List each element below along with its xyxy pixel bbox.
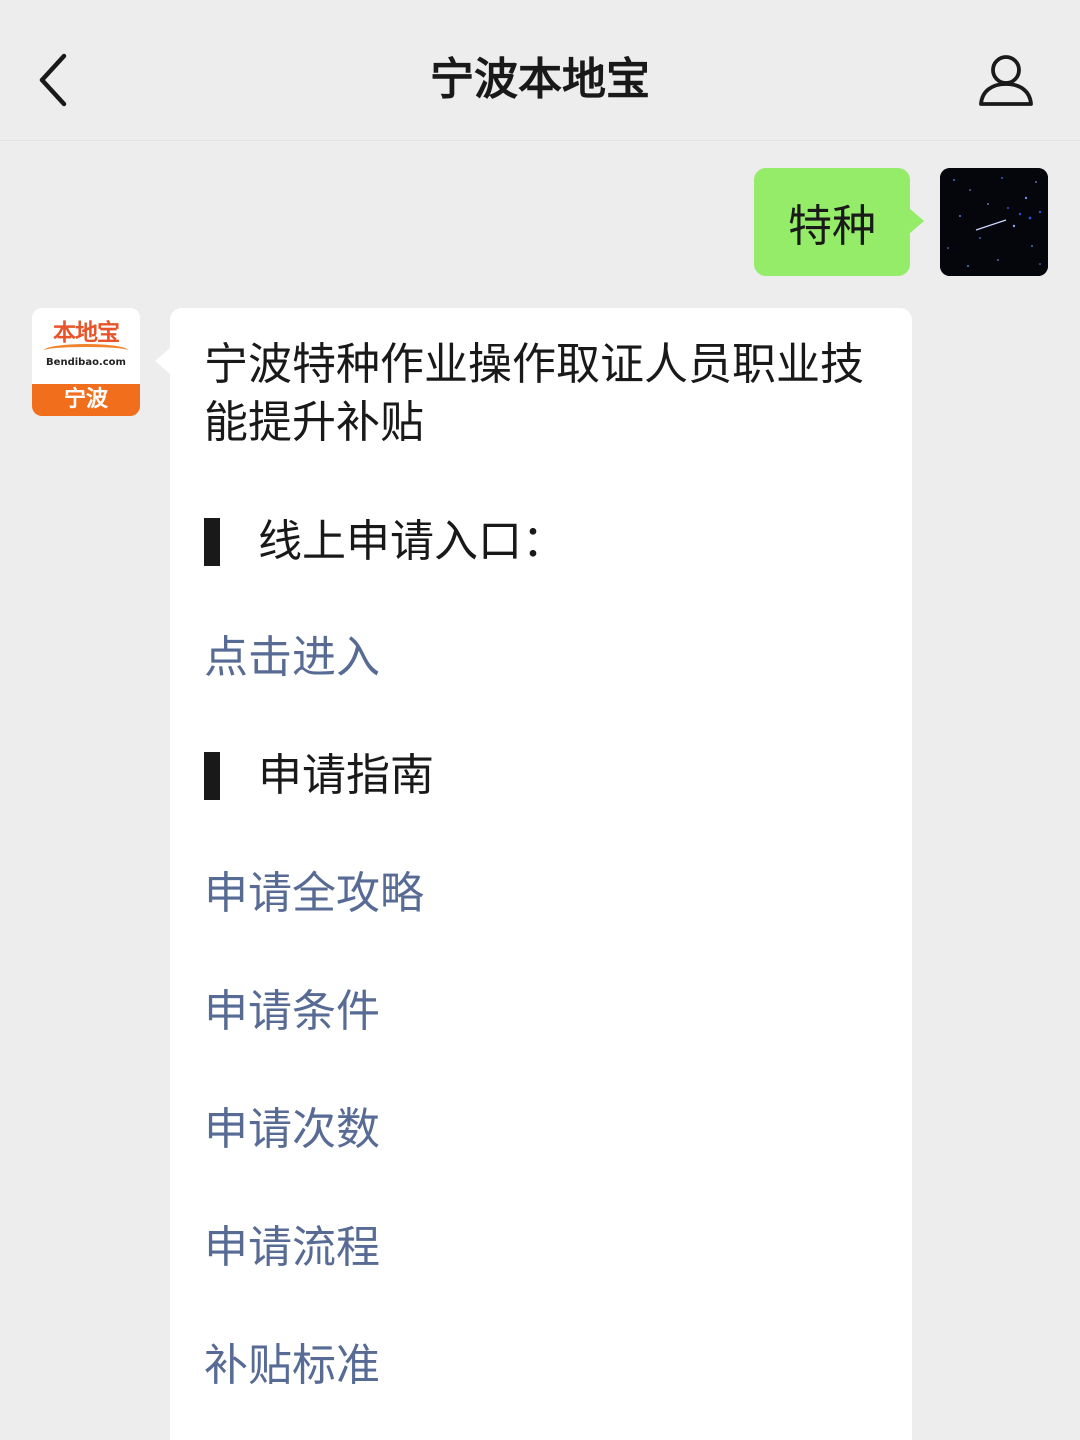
page-title: 宁波本地宝	[430, 54, 650, 105]
link-times[interactable]: 申请次数	[204, 1098, 380, 1162]
link-enter[interactable]: 点击进入	[204, 626, 380, 690]
navigation-bar: 宁波本地宝	[0, 0, 1080, 141]
section-header-guide: 申请指南	[204, 744, 434, 808]
back-button[interactable]	[22, 42, 86, 118]
outgoing-message: 特种	[754, 168, 924, 276]
link-conditions[interactable]: 申请条件	[204, 980, 380, 1044]
chat-page: 宁波本地宝 特种 本地宝 Bendibao.com 宁波 宁波特种作业操作取证人…	[0, 0, 1080, 1440]
user-avatar[interactable]	[940, 168, 1048, 276]
section-header-online: 线上申请入口：	[204, 510, 566, 574]
message-title: 宁波特种作业操作取证人员职业技能提升补贴	[204, 339, 864, 448]
section-marker	[204, 752, 220, 800]
outgoing-message-text: 特种	[788, 201, 876, 252]
logo-domain-text: Bendibao.com	[46, 357, 126, 368]
section-marker	[204, 518, 220, 566]
person-icon	[979, 55, 1033, 106]
chevron-left-icon	[39, 53, 67, 107]
profile-button[interactable]	[968, 44, 1044, 116]
section-title-online: 线上申请入口：	[258, 516, 566, 567]
link-process[interactable]: 申请流程	[204, 1216, 380, 1280]
logo-city-text: 宁波	[32, 384, 140, 416]
starfield-image	[940, 168, 1048, 276]
logo-top: 本地宝 Bendibao.com	[32, 308, 140, 384]
outgoing-bubble[interactable]: 特种	[754, 168, 924, 276]
section-title-guide: 申请指南	[258, 750, 434, 801]
link-full-guide[interactable]: 申请全攻略	[204, 862, 424, 926]
incoming-bubble: 宁波特种作业操作取证人员职业技能提升补贴 线上申请入口： 点击进入 申请指南 申…	[155, 308, 912, 1440]
official-account-avatar[interactable]: 本地宝 Bendibao.com 宁波	[32, 308, 140, 416]
link-subsidy-standard[interactable]: 补贴标准	[204, 1334, 380, 1398]
